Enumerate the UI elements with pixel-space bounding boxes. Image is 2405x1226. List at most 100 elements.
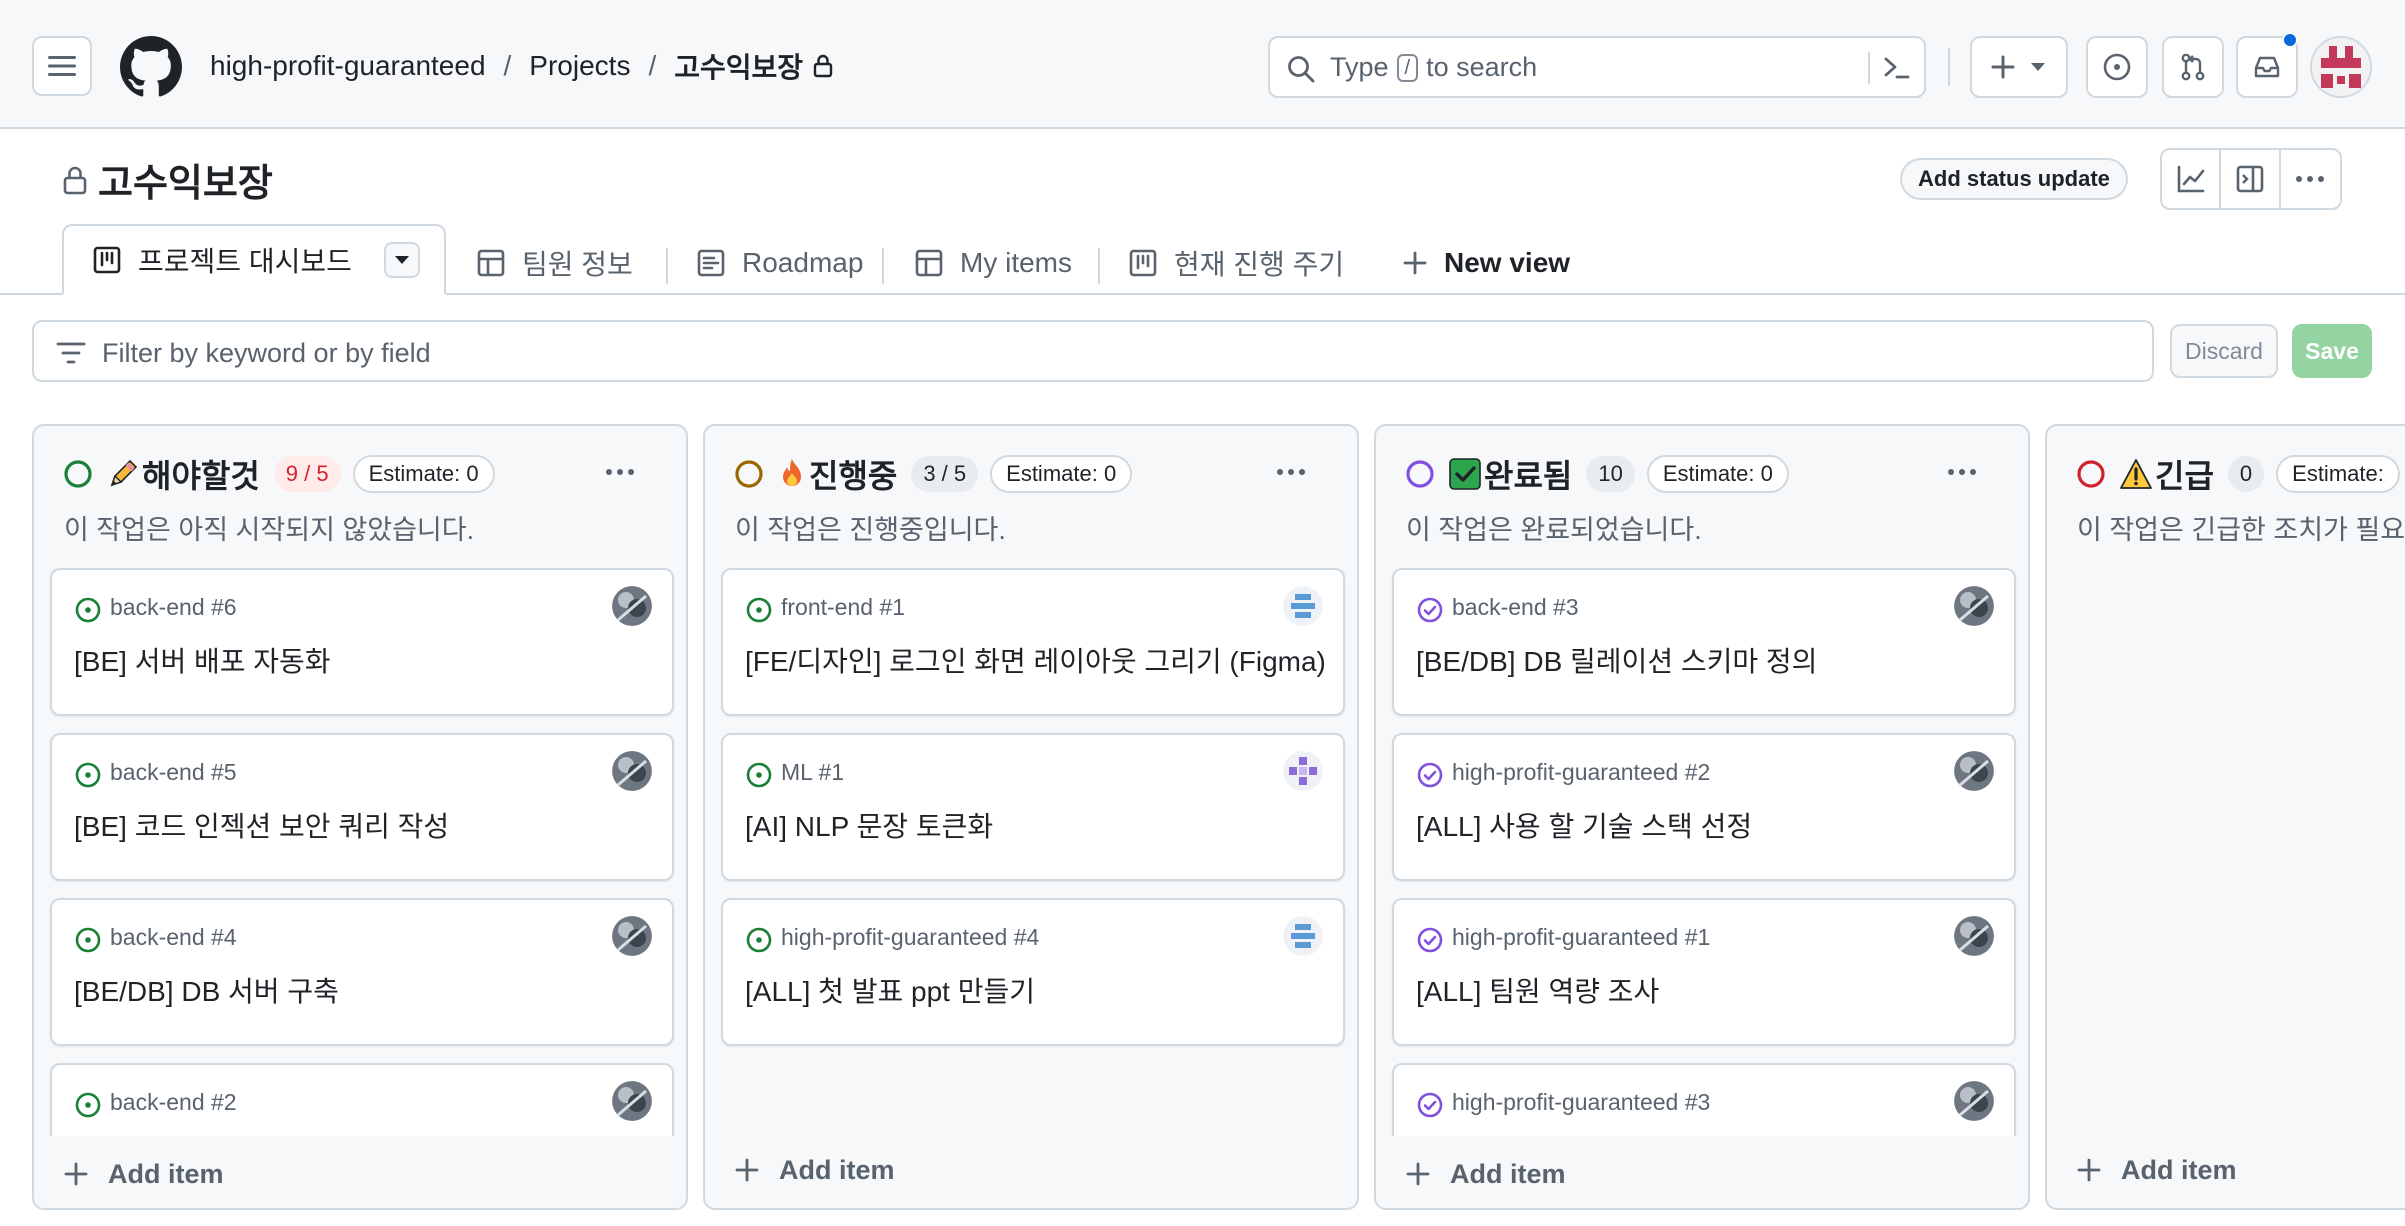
filter-icon bbox=[56, 342, 86, 364]
column-title-text: 긴급 bbox=[2155, 458, 2214, 494]
issue-reference[interactable]: back-end #6 bbox=[110, 594, 237, 621]
filter-input[interactable]: Filter by keyword or by field bbox=[32, 320, 2154, 382]
issue-reference[interactable]: high-profit-guaranteed #1 bbox=[1452, 924, 1710, 951]
column-item-count: 10 bbox=[1586, 456, 1635, 492]
inbox-icon bbox=[2254, 56, 2280, 78]
issue-reference[interactable]: front-end #1 bbox=[781, 594, 905, 621]
issue-reference[interactable]: ML #1 bbox=[781, 759, 844, 786]
assignee-avatar[interactable] bbox=[1283, 586, 1323, 626]
issue-reference[interactable]: back-end #2 bbox=[110, 1089, 237, 1116]
issue-reference[interactable]: back-end #3 bbox=[1452, 594, 1579, 621]
issue-reference[interactable]: high-profit-guaranteed #2 bbox=[1452, 759, 1710, 786]
column-item-count: 0 bbox=[2227, 456, 2265, 492]
roadmap-view-icon bbox=[697, 249, 725, 277]
breadcrumb-current-project[interactable]: 고수익보장 bbox=[674, 46, 803, 86]
column-item-count: 3 / 5 bbox=[911, 456, 979, 492]
tab-project-dashboard[interactable]: 프로젝트 대시보드 bbox=[62, 224, 446, 295]
project-more-button[interactable] bbox=[2281, 150, 2340, 208]
tab-team-info[interactable]: 팀원 정보 bbox=[476, 234, 633, 292]
issue-opened-icon bbox=[746, 597, 772, 623]
search-shortcut-key: / bbox=[1396, 53, 1419, 82]
issue-closed-icon bbox=[1417, 1092, 1443, 1118]
assignee-avatar[interactable] bbox=[1283, 916, 1323, 956]
issue-reference[interactable]: back-end #5 bbox=[110, 759, 237, 786]
search-input[interactable]: Type / to search bbox=[1268, 36, 1926, 98]
issues-button[interactable] bbox=[2086, 36, 2148, 98]
column-title: 긴급 bbox=[2119, 451, 2214, 497]
assignee-avatar[interactable] bbox=[612, 916, 652, 956]
user-avatar[interactable] bbox=[2310, 36, 2372, 98]
column-header: 해야할것 9 / 5 Estimate: 0 bbox=[62, 452, 495, 496]
issue-card[interactable]: high-profit-guaranteed #1 [ALL] 팀원 역량 조사 bbox=[1392, 898, 2016, 1046]
issue-card[interactable]: high-profit-guaranteed #4 [ALL] 첫 발표 ppt… bbox=[721, 898, 1345, 1046]
github-logo-icon[interactable] bbox=[120, 36, 182, 98]
add-item-label: Add item bbox=[108, 1158, 224, 1189]
add-item-button[interactable]: Add item bbox=[64, 1152, 224, 1196]
tab-roadmap[interactable]: Roadmap bbox=[696, 234, 863, 292]
graph-icon bbox=[2177, 165, 2204, 193]
create-new-button[interactable] bbox=[1970, 36, 2068, 98]
save-button[interactable]: Save bbox=[2292, 324, 2372, 378]
assignee-avatar[interactable] bbox=[1954, 751, 1994, 791]
issue-reference[interactable]: high-profit-guaranteed #3 bbox=[1452, 1089, 1710, 1116]
add-item-button[interactable]: Add item bbox=[2077, 1148, 2237, 1192]
column-item-count: 9 / 5 bbox=[273, 456, 341, 492]
breadcrumb-org-link[interactable]: high-profit-guaranteed bbox=[210, 50, 486, 82]
assignee-avatar[interactable] bbox=[612, 1081, 652, 1121]
issue-opened-icon bbox=[75, 762, 101, 788]
assignee-avatar[interactable] bbox=[1954, 916, 1994, 956]
assignee-avatar[interactable] bbox=[1954, 1081, 1994, 1121]
tab-separator bbox=[1098, 248, 1100, 284]
issue-card[interactable]: back-end #3 [BE/DB] DB 릴레이션 스키마 정의 bbox=[1392, 568, 2016, 716]
status-circle-icon bbox=[1406, 460, 1434, 488]
view-options-dropdown[interactable] bbox=[384, 242, 420, 278]
issue-title[interactable]: [AI] NLP 문장 토큰화 bbox=[745, 805, 993, 845]
issue-reference[interactable]: back-end #4 bbox=[110, 924, 237, 951]
issue-card[interactable]: back-end #6 [BE] 서버 배포 자동화 bbox=[50, 568, 674, 716]
column-title-text: 진행중 bbox=[809, 458, 898, 494]
issue-card[interactable]: back-end #5 [BE] 코드 인젝션 보안 쿼리 작성 bbox=[50, 733, 674, 881]
new-view-button[interactable]: New view bbox=[1402, 234, 1570, 292]
tab-my-items[interactable]: My items bbox=[914, 234, 1072, 292]
column-more-button[interactable] bbox=[1263, 444, 1319, 500]
tab-current-iteration[interactable]: 현재 진행 주기 bbox=[1128, 234, 1344, 292]
issue-title[interactable]: [BE/DB] DB 서버 구축 bbox=[74, 970, 339, 1010]
insights-button[interactable] bbox=[2162, 150, 2222, 208]
warning-icon bbox=[2119, 458, 2153, 490]
issue-title[interactable]: [ALL] 사용 할 기술 스택 선정 bbox=[1416, 805, 1752, 845]
add-status-update-button[interactable]: Add status update bbox=[1900, 158, 2128, 200]
issue-title[interactable]: [BE/DB] DB 릴레이션 스키마 정의 bbox=[1416, 640, 1817, 680]
assignee-avatar[interactable] bbox=[612, 586, 652, 626]
column-more-button[interactable] bbox=[1934, 444, 1990, 500]
lock-icon bbox=[63, 166, 87, 194]
issue-card[interactable]: back-end #4 [BE/DB] DB 서버 구축 bbox=[50, 898, 674, 1046]
hamburger-icon bbox=[48, 56, 76, 76]
issue-card[interactable]: front-end #1 [FE/디자인] 로그인 화면 레이아웃 그리기 (F… bbox=[721, 568, 1345, 716]
issue-card[interactable]: ML #1 [AI] NLP 문장 토큰화 bbox=[721, 733, 1345, 881]
status-circle-icon bbox=[2077, 460, 2105, 488]
column-estimate: Estimate: 0 bbox=[1646, 455, 1789, 493]
add-item-button[interactable]: Add item bbox=[735, 1148, 895, 1192]
column-more-button[interactable] bbox=[592, 444, 648, 500]
column-header: 긴급 0 Estimate: bbox=[2075, 452, 2400, 496]
command-palette-icon[interactable] bbox=[1882, 53, 1912, 83]
issue-title[interactable]: [FE/디자인] 로그인 화면 레이아웃 그리기 (Figma) bbox=[745, 640, 1326, 680]
breadcrumb-projects-link[interactable]: Projects bbox=[529, 50, 630, 82]
issue-title[interactable]: [ALL] 팀원 역량 조사 bbox=[1416, 970, 1659, 1010]
issue-title[interactable]: [BE] 코드 인젝션 보안 쿼리 작성 bbox=[74, 805, 449, 845]
issue-title[interactable]: [BE] 서버 배포 자동화 bbox=[74, 640, 331, 680]
issue-title[interactable]: [ALL] 첫 발표 ppt 만들기 bbox=[745, 970, 1035, 1010]
issue-card[interactable]: high-profit-guaranteed #2 [ALL] 사용 할 기술 … bbox=[1392, 733, 2016, 881]
discard-button[interactable]: Discard bbox=[2170, 324, 2278, 378]
menu-button[interactable] bbox=[32, 36, 92, 96]
side-panel-button[interactable] bbox=[2221, 150, 2281, 208]
assignee-avatar[interactable] bbox=[1283, 751, 1323, 791]
photo-avatar-icon bbox=[612, 586, 652, 626]
assignee-avatar[interactable] bbox=[612, 751, 652, 791]
add-item-label: Add item bbox=[779, 1154, 895, 1185]
assignee-avatar[interactable] bbox=[1954, 586, 1994, 626]
issue-reference[interactable]: high-profit-guaranteed #4 bbox=[781, 924, 1039, 951]
breadcrumb-separator: / bbox=[648, 50, 657, 81]
add-item-button[interactable]: Add item bbox=[1406, 1152, 1566, 1196]
pull-requests-button[interactable] bbox=[2162, 36, 2224, 98]
